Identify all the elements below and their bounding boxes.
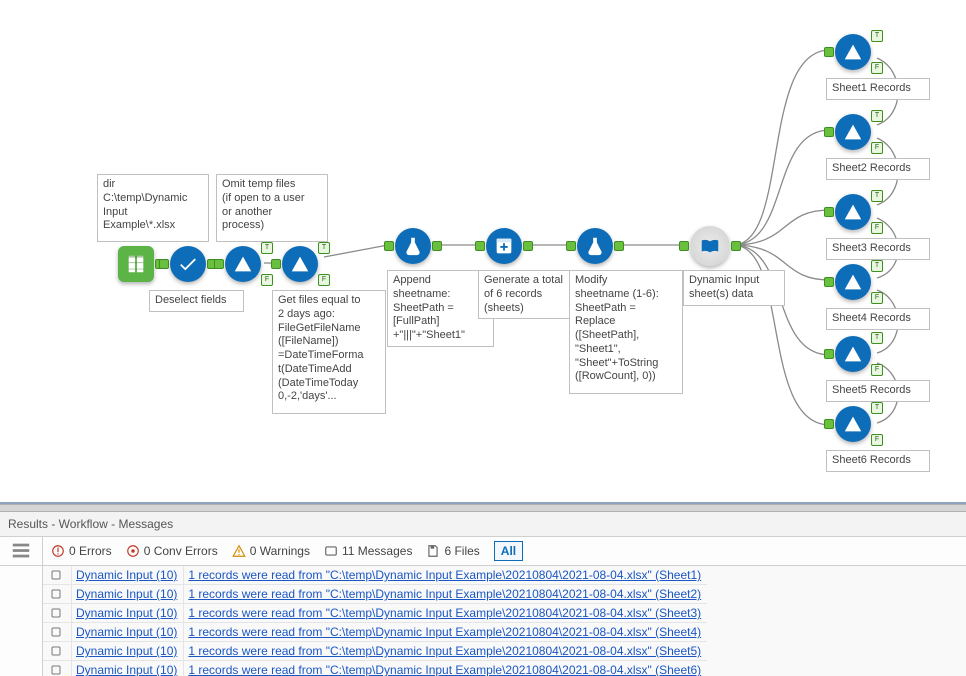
annotation-dynamic-input: Dynamic Input sheet(s) data <box>683 270 785 306</box>
filter-warnings-label: 0 Warnings <box>250 544 310 558</box>
triangle-icon <box>842 201 864 223</box>
filter-errors[interactable]: 0 Errors <box>51 544 112 558</box>
row-tool[interactable]: Dynamic Input (10) <box>72 585 184 604</box>
tool-formula-append[interactable] <box>395 228 431 264</box>
tool-formula-modify[interactable] <box>577 228 613 264</box>
workflow-canvas[interactable]: dir C:\temp\Dynamic Input Example\*.xlsx… <box>0 0 966 504</box>
tool-directory[interactable] <box>118 246 154 282</box>
tool-select[interactable] <box>170 246 206 282</box>
row-tool[interactable]: Dynamic Input (10) <box>72 566 184 585</box>
file-result-icon <box>50 588 62 600</box>
tool-filter-sheet3[interactable]: TF <box>835 194 871 230</box>
triangle-icon <box>842 271 864 293</box>
results-row[interactable]: Dynamic Input (10)1 records were read fr… <box>43 566 707 585</box>
results-toolbar: 0 Errors 0 Conv Errors 0 Warnings 11 Mes… <box>0 536 966 566</box>
results-mode-icon[interactable] <box>0 537 43 565</box>
results-gutter <box>0 566 43 676</box>
row-message[interactable]: 1 records were read from "C:\temp\Dynami… <box>184 585 707 604</box>
results-row[interactable]: Dynamic Input (10)1 records were read fr… <box>43 585 707 604</box>
triangle-icon <box>842 413 864 435</box>
results-header: Results - Workflow - Messages <box>0 512 966 536</box>
annotation-get-files: Get files equal to 2 days ago: FileGetFi… <box>272 290 386 414</box>
triangle-icon <box>232 253 254 275</box>
flask-icon <box>584 235 606 257</box>
triangle-icon <box>842 343 864 365</box>
row-type-icon <box>43 623 72 642</box>
tool-filter-days[interactable]: T F <box>282 246 318 282</box>
row-type-icon <box>43 566 72 585</box>
tool-filter-sheet5[interactable]: TF <box>835 336 871 372</box>
row-message[interactable]: 1 records were read from "C:\temp\Dynami… <box>184 604 707 623</box>
error-icon <box>51 544 65 558</box>
filter-all[interactable]: All <box>494 541 523 561</box>
file-result-icon <box>50 626 62 638</box>
annotation-sheet-records-5: Sheet5 Records <box>826 380 930 402</box>
triangle-icon <box>842 121 864 143</box>
filter-errors-label: 0 Errors <box>69 544 112 558</box>
file-result-icon <box>50 607 62 619</box>
annotation-sheet-records-6: Sheet6 Records <box>826 450 930 472</box>
filter-conv-errors[interactable]: 0 Conv Errors <box>126 544 218 558</box>
tool-filter-sheet6[interactable]: TF <box>835 406 871 442</box>
row-message[interactable]: 1 records were read from "C:\temp\Dynami… <box>184 642 707 661</box>
tool-filter-temp[interactable]: T F <box>225 246 261 282</box>
annotation-modify-sheet: Modify sheetname (1-6): SheetPath = Repl… <box>569 270 683 394</box>
filter-files[interactable]: 6 Files <box>426 544 479 558</box>
tool-generate-rows[interactable] <box>486 228 522 264</box>
filter-warnings[interactable]: 0 Warnings <box>232 544 310 558</box>
row-type-icon <box>43 585 72 604</box>
conv-error-icon <box>126 544 140 558</box>
results-table: Dynamic Input (10)1 records were read fr… <box>43 566 707 676</box>
annotation-sheet-records-4: Sheet4 Records <box>826 308 930 330</box>
row-message[interactable]: 1 records were read from "C:\temp\Dynami… <box>184 566 707 585</box>
annotation-omit-temp: Omit temp files (if open to a user or an… <box>216 174 328 242</box>
row-message[interactable]: 1 records were read from "C:\temp\Dynami… <box>184 623 707 642</box>
file-result-icon <box>50 645 62 657</box>
results-row[interactable]: Dynamic Input (10)1 records were read fr… <box>43 661 707 676</box>
annotation-sheet-records-3: Sheet3 Records <box>826 238 930 260</box>
row-type-icon <box>43 661 72 676</box>
filter-messages-label: 11 Messages <box>342 544 412 558</box>
filter-all-label: All <box>501 544 516 558</box>
pane-splitter[interactable] <box>0 504 966 511</box>
annotation-sheet-records-2: Sheet2 Records <box>826 158 930 180</box>
filter-messages[interactable]: 11 Messages <box>324 544 412 558</box>
results-row[interactable]: Dynamic Input (10)1 records were read fr… <box>43 604 707 623</box>
warning-icon <box>232 544 246 558</box>
generate-rows-icon <box>493 235 515 257</box>
file-result-icon <box>50 664 62 676</box>
annotation-dir-input: dir C:\temp\Dynamic Input Example\*.xlsx <box>97 174 209 242</box>
annotation-sheet-records-1: Sheet1 Records <box>826 78 930 100</box>
results-pane: Results - Workflow - Messages 0 Errors 0… <box>0 511 966 676</box>
results-row[interactable]: Dynamic Input (10)1 records were read fr… <box>43 623 707 642</box>
row-tool[interactable]: Dynamic Input (10) <box>72 661 184 676</box>
alteryx-designer: dir C:\temp\Dynamic Input Example\*.xlsx… <box>0 0 966 676</box>
message-icon <box>324 544 338 558</box>
row-type-icon <box>43 642 72 661</box>
open-book-icon <box>699 235 721 257</box>
row-message[interactable]: 1 records were read from "C:\temp\Dynami… <box>184 661 707 676</box>
tool-dynamic-input[interactable] <box>690 226 730 266</box>
filter-conv-errors-label: 0 Conv Errors <box>144 544 218 558</box>
row-tool[interactable]: Dynamic Input (10) <box>72 623 184 642</box>
triangle-icon <box>289 253 311 275</box>
flask-icon <box>402 235 424 257</box>
save-icon <box>426 544 440 558</box>
filter-files-label: 6 Files <box>444 544 479 558</box>
row-type-icon <box>43 604 72 623</box>
row-tool[interactable]: Dynamic Input (10) <box>72 604 184 623</box>
triangle-icon <box>842 41 864 63</box>
tool-filter-sheet2[interactable]: TF <box>835 114 871 150</box>
file-result-icon <box>50 569 62 581</box>
row-tool[interactable]: Dynamic Input (10) <box>72 642 184 661</box>
list-icon <box>10 540 32 562</box>
book-icon <box>125 253 147 275</box>
tool-filter-sheet1[interactable]: TF <box>835 34 871 70</box>
tool-filter-sheet4[interactable]: TF <box>835 264 871 300</box>
annotation-deselect: Deselect fields <box>149 290 244 312</box>
results-row[interactable]: Dynamic Input (10)1 records were read fr… <box>43 642 707 661</box>
check-icon <box>177 253 199 275</box>
